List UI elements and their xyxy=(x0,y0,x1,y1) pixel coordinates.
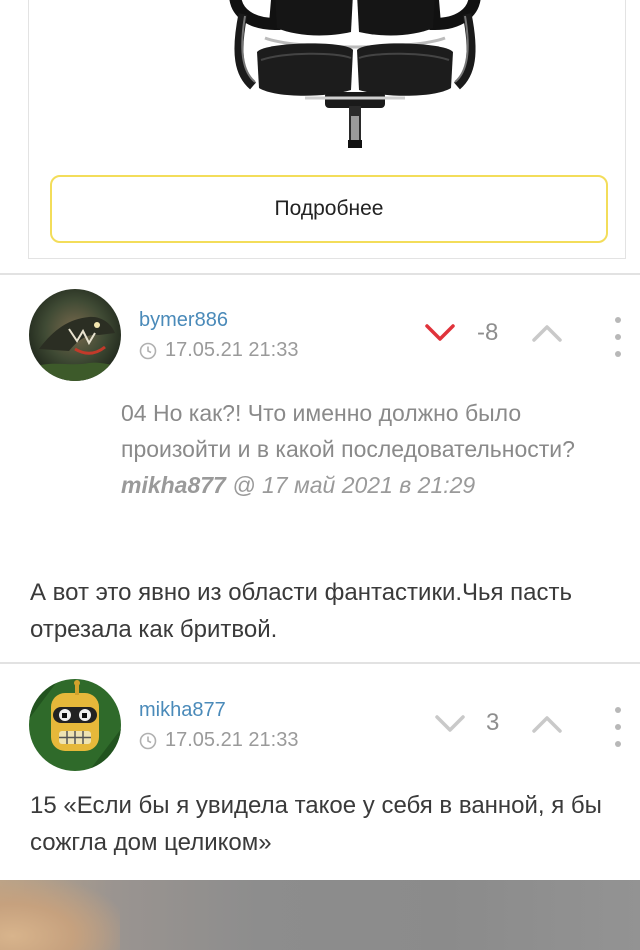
product-image-office-chair[interactable] xyxy=(205,0,505,154)
downvote-chevron-down-icon[interactable] xyxy=(434,712,466,736)
divider xyxy=(0,273,640,275)
comment: bymer886 17.05.21 21:33 -8 04 Но как?! Ч… xyxy=(0,289,640,659)
quote-author[interactable]: mikha877 xyxy=(121,472,226,498)
downvote-chevron-down-icon[interactable] xyxy=(424,321,456,345)
comment-timestamp: 17.05.21 21:33 xyxy=(165,339,299,361)
more-vertical-icon[interactable] xyxy=(612,317,624,357)
comment-text: А вот это явно из области фантастики.Чья… xyxy=(30,579,573,643)
avatar[interactable] xyxy=(29,679,121,771)
details-button[interactable]: Подробнее xyxy=(50,175,608,243)
upvote-chevron-up-icon[interactable] xyxy=(531,712,563,736)
comment-image[interactable] xyxy=(0,880,640,950)
divider xyxy=(0,662,640,664)
photo-content xyxy=(0,880,120,950)
comment-rating: 3 xyxy=(486,709,500,736)
comment-quote: 04 Но как?! Что именно должно было произ… xyxy=(121,395,581,503)
upvote-chevron-up-icon[interactable] xyxy=(531,321,563,345)
comment: mikha877 17.05.21 21:33 3 15 «Если бы я … xyxy=(0,679,640,869)
comment-author[interactable]: bymer886 xyxy=(139,309,228,332)
more-vertical-icon[interactable] xyxy=(612,707,624,747)
quote-reference[interactable]: mikha877 @ 17 май 2021 в 21:29 xyxy=(121,472,475,498)
clock-icon xyxy=(139,342,157,359)
comment-text: 15 «Если бы я увидела такое у себя в ван… xyxy=(30,792,602,856)
comment-rating: -8 xyxy=(477,319,499,346)
comment-meta: 17.05.21 21:33 xyxy=(139,729,298,752)
product-card: Подробнее xyxy=(28,0,626,259)
comment-timestamp: 17.05.21 21:33 xyxy=(165,729,299,751)
comment-author[interactable]: mikha877 xyxy=(139,699,226,722)
clock-icon xyxy=(139,732,157,749)
avatar[interactable] xyxy=(29,289,121,381)
quote-date: @ 17 май 2021 в 21:29 xyxy=(232,472,476,498)
comment-meta: 17.05.21 21:33 xyxy=(139,339,298,362)
quote-text: 04 Но как?! Что именно должно было произ… xyxy=(121,400,575,462)
